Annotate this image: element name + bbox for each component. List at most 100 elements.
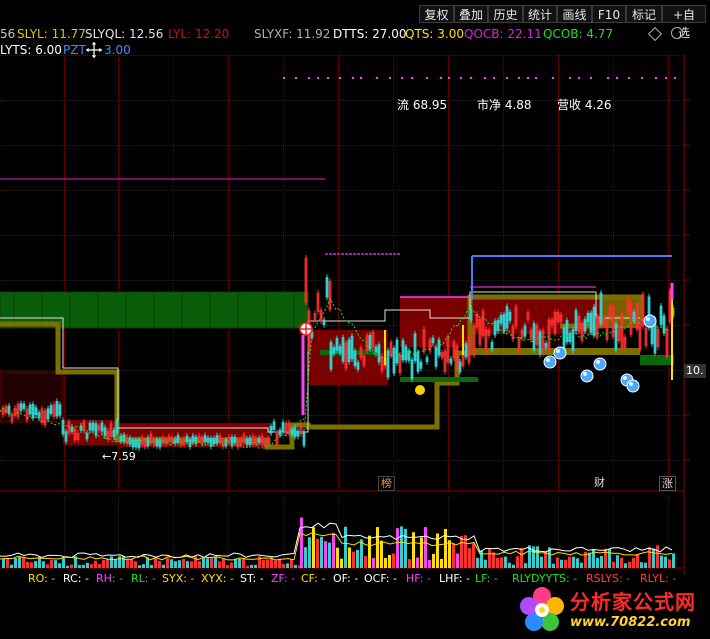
candle-body: [55, 400, 59, 417]
draw-line-button[interactable]: 画线: [557, 5, 592, 23]
event-crosshair-icon[interactable]: [299, 322, 313, 336]
candle-body: [302, 431, 306, 446]
candle-body: [46, 408, 50, 420]
candle-body: [103, 427, 107, 437]
volume-bar: [230, 562, 233, 568]
f10-button[interactable]: F10: [592, 5, 626, 23]
candle-body: [245, 438, 249, 445]
volume-bar: [560, 559, 563, 568]
indicator-lyts: LYTS: 6.00: [0, 43, 62, 57]
history-button[interactable]: 历史: [488, 5, 523, 23]
volume-bar: [540, 556, 543, 568]
volume-bar: [588, 552, 591, 568]
candle-body: [293, 426, 297, 437]
volume-bar: [106, 558, 109, 568]
candle-body: [419, 361, 423, 369]
volume-bar: [50, 560, 53, 568]
marker-bang[interactable]: 榜: [378, 476, 395, 491]
volume-bar: [600, 556, 603, 568]
signal-dot: [411, 77, 413, 79]
candle-body: [386, 350, 390, 378]
volume-bar: [448, 540, 451, 568]
signal-ball-shine: [629, 382, 633, 386]
candle-body: [158, 439, 162, 448]
watermark-url: www.70822.com: [570, 615, 691, 630]
indicator-val-0: 56: [0, 27, 16, 41]
candle-body: [599, 292, 603, 324]
volume-bar: [86, 562, 89, 568]
mark-button[interactable]: 标记: [626, 5, 662, 23]
add-watchlist-button[interactable]: +自选: [662, 5, 706, 40]
candle-body: [34, 407, 38, 416]
candle-body: [392, 347, 396, 374]
marker-zhang[interactable]: 涨: [659, 476, 676, 491]
signal-dot: [578, 77, 580, 79]
candle-body: [659, 305, 663, 325]
volume-bar: [496, 557, 499, 568]
volume-bar: [26, 561, 29, 568]
indicator-slyl: SLYL: 11.77: [17, 27, 86, 41]
signal-ball-shine: [546, 358, 550, 362]
candle-body: [410, 359, 414, 380]
red-band: [400, 297, 470, 347]
volume-bar: [344, 526, 347, 568]
volume-bar: [580, 562, 583, 568]
volume-bar: [126, 558, 129, 568]
candle-body: [31, 404, 35, 419]
candle-body: [115, 420, 119, 434]
candle-body: [188, 439, 192, 448]
signal-dot: [283, 77, 285, 79]
candle-body: [449, 358, 453, 364]
volume-bar: [468, 548, 471, 568]
settings-circle-icon[interactable]: [671, 27, 683, 39]
candle-body: [91, 422, 95, 431]
volume-bar: [210, 558, 213, 568]
candle-body: [248, 437, 252, 446]
signal-ball: [553, 346, 567, 360]
candle-body: [395, 339, 399, 364]
signal-dot: [448, 77, 450, 79]
legend-item-3: RL: -: [131, 572, 156, 585]
signal-dot: [527, 77, 529, 79]
candle-body: [544, 342, 548, 348]
statistics-button[interactable]: 统计: [523, 5, 557, 23]
overlay-button[interactable]: 叠加: [454, 5, 488, 23]
signal-dot: [295, 77, 297, 79]
volume-bar: [440, 558, 443, 568]
volume-bar: [524, 563, 527, 568]
signal-ball: [626, 379, 640, 393]
candle-body: [368, 334, 372, 350]
volume-bar: [336, 547, 339, 568]
candle-body: [322, 319, 326, 326]
fuquan-button[interactable]: 复权: [419, 5, 454, 23]
volume-bar: [46, 564, 49, 568]
volume-bar: [484, 559, 487, 568]
candle-body: [119, 435, 123, 442]
volume-bar: [424, 527, 427, 568]
candle-body: [134, 439, 138, 448]
watermark-title: 分析家公式网: [570, 590, 696, 614]
volume-bar: [464, 535, 467, 568]
volume-bar: [472, 543, 475, 568]
volume-bar: [404, 528, 407, 568]
volume-bar: [552, 563, 555, 568]
volume-bar: [18, 556, 21, 568]
revenue-stat: 营收 4.26: [557, 98, 612, 112]
low-price-label: ←7.59: [102, 450, 136, 464]
candle-body: [61, 419, 65, 435]
volume-bar: [372, 558, 375, 568]
volume-bar: [304, 547, 307, 568]
candle-body: [28, 404, 32, 415]
signal-ball-shine: [646, 317, 650, 321]
volume-bar: [170, 559, 173, 568]
current-price-tag: 10.: [684, 364, 706, 378]
volume-bar: [408, 559, 411, 568]
candle-body: [586, 313, 590, 323]
volume-bar: [396, 528, 399, 568]
signal-dot: [518, 77, 520, 79]
volume-bar: [110, 556, 113, 568]
volume-bar: [286, 563, 289, 568]
volume-bar: [576, 558, 579, 568]
marker-cai[interactable]: 财: [592, 476, 607, 489]
flower-logo-icon: [520, 587, 564, 631]
